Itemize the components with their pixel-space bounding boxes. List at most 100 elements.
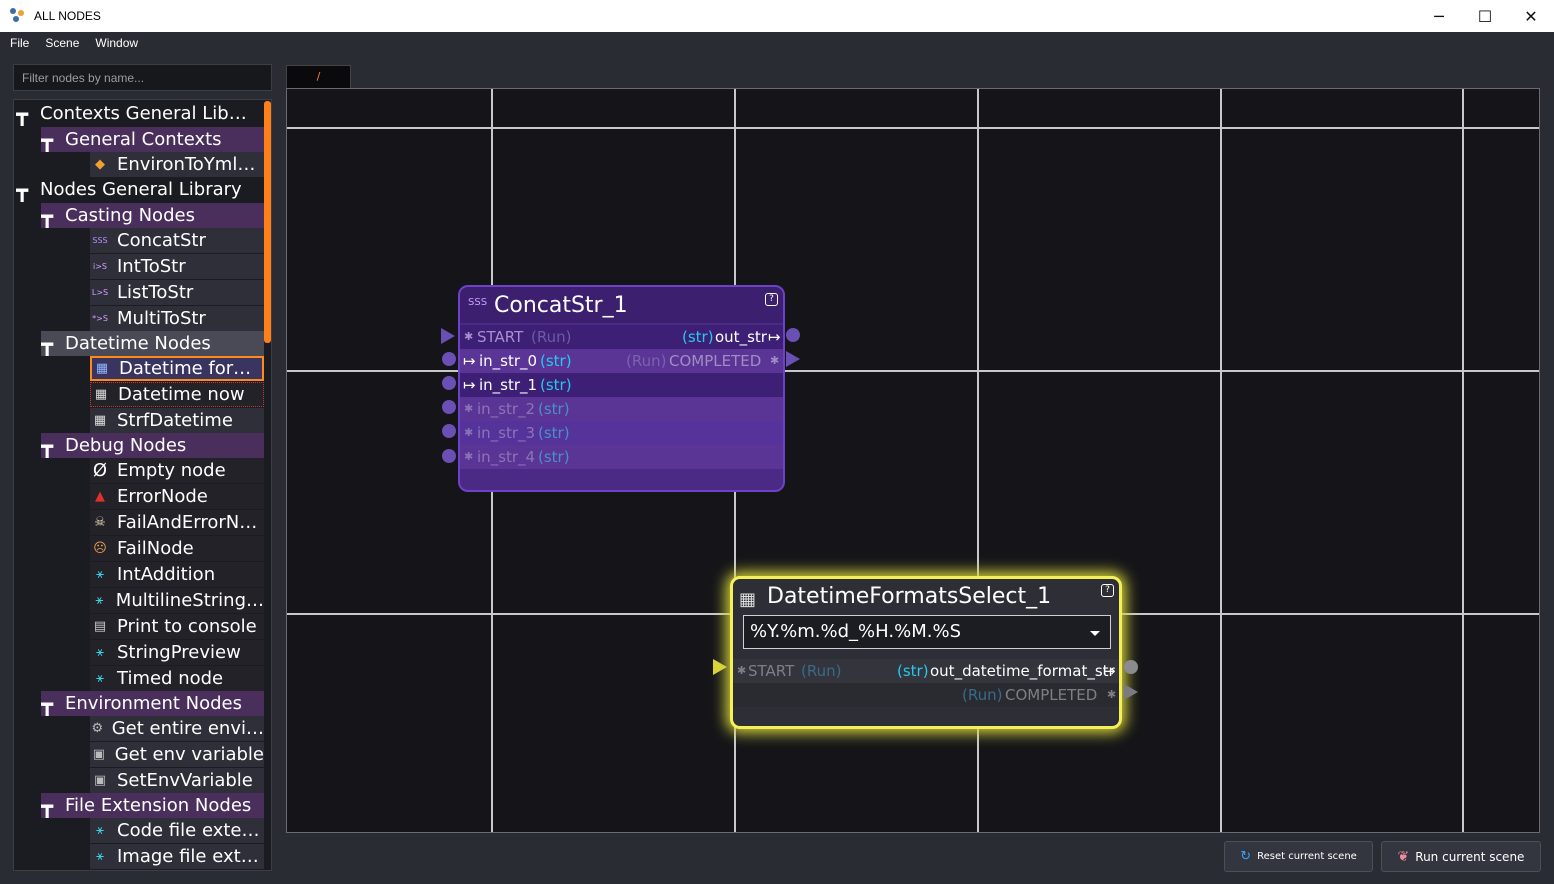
datetime-format-select[interactable]: %Y.%m.%d_%H.%M.%S [743,615,1111,649]
brain-icon: ❦ [1397,848,1410,865]
tree-item-listtostr[interactable]: L>S ListToStr [90,280,264,305]
tree-category-datetime[interactable]: ┳ Datetime Nodes [41,331,264,356]
concatstr-node[interactable]: SSS ConcatStr_1 ? ✱ START (Run) (str) ou… [458,285,785,492]
tree-item-get-env-variable[interactable]: ▣ Get env variable [90,742,264,767]
tree-item-stringpreview[interactable]: ⚹ StringPreview [90,640,264,665]
tree-category-file-extension[interactable]: ┳ File Extension Nodes [41,793,264,818]
completed-exec-pin[interactable] [1124,684,1138,700]
maximize-button[interactable]: ☐ [1462,0,1508,32]
out-datetime-format-pin[interactable] [1124,660,1138,674]
tree-category-general-contexts[interactable]: ┳ General Contexts [41,127,264,152]
input-pin-row: ✱ in_str_4 (str) [460,445,783,469]
tree-group-nodes-general[interactable]: ┳ Nodes General Library [16,177,264,202]
tree-label: ErrorNode [117,486,208,507]
collapse-icon: ┳ [16,177,29,202]
out-str-pin[interactable] [786,328,800,342]
reset-scene-button[interactable]: ↻ Reset current scene [1224,841,1373,872]
scene-tab[interactable]: / [286,65,351,89]
graph-icon: ⚹ [95,593,104,608]
minimize-button[interactable]: ─ [1416,0,1462,32]
start-exec-pin[interactable] [441,328,455,344]
completed-type: (Run) [626,352,667,370]
in-str-3-pin[interactable] [442,424,456,438]
gear-icon: ⚙ [91,721,104,736]
start-exec-pin[interactable] [713,659,727,675]
out-label: out_datetime_format_str [930,662,1115,680]
tree-item-datetime-formats[interactable]: ▦ Datetime for… [90,356,264,381]
tree-category-debug[interactable]: ┳ Debug Nodes [41,433,264,458]
tree-item-failnode[interactable]: ☹ FailNode [90,536,264,561]
collapse-icon: ┳ [41,433,54,458]
tree-item-image-file-ext[interactable]: ⚹ Image file ext… [90,844,264,869]
tree-item-strfdatetime[interactable]: ▦ StrfDatetime [90,408,264,433]
node-canvas[interactable]: SSS ConcatStr_1 ? ✱ START (Run) (str) ou… [286,88,1540,833]
input-pin-row: ✱ in_str_3 (str) [460,421,783,445]
tree-item-environtoyml[interactable]: ◆ EnvironToYml… [90,152,264,177]
input-pin-row: ↦ in_str_0 (str) (Run) COMPLETED ✱ [460,349,783,373]
tree-item-code-file-ext[interactable]: ⚹ Code file exte… [90,818,264,843]
tree-item-intaddition[interactable]: ⚹ IntAddition [90,562,264,587]
start-label: START [477,328,524,346]
tree-item-print-to-console[interactable]: ▤ Print to console [90,614,264,639]
datetime-formats-select-node[interactable]: ▦ DatetimeFormatsSelect_1 ? %Y.%m.%d_%H.… [730,576,1122,729]
sss-icon: SSS [92,236,108,245]
calendar-icon: ▦ [94,387,108,402]
help-icon[interactable]: ? [765,293,778,306]
out-type: (str) [682,328,714,346]
tree-item-inttostr[interactable]: i>S IntToStr [90,254,264,279]
tree-item-get-entire-env[interactable]: ⚙ Get entire envi… [90,716,264,741]
in-str-2-pin[interactable] [442,400,456,414]
tree-label: Datetime Nodes [65,333,211,354]
grid-line [1220,89,1222,832]
tree-item-failanderror[interactable]: ☠ FailAndErrorN… [90,510,264,535]
menu-file[interactable]: File [10,36,29,50]
graph-icon: ⚹ [96,645,104,660]
tree-label: Contexts General Lib… [40,103,247,124]
tree-item-setenvvariable[interactable]: ▣ SetEnvVariable [90,768,264,793]
in-str-1-pin[interactable] [442,376,456,390]
input-label: in_str_2 [477,400,536,418]
tree-item-errornode[interactable]: ▲ ErrorNode [90,484,264,509]
grid-line [287,127,1539,129]
menu-scene[interactable]: Scene [45,36,79,50]
node-title: DatetimeFormatsSelect_1 [767,584,1052,609]
tree-label: Empty node [117,460,226,481]
tree-item-timed-node[interactable]: ⚹ Timed node [90,666,264,691]
tree-label: Datetime for… [119,358,252,379]
tree-category-casting[interactable]: ┳ Casting Nodes [41,203,264,228]
tree-item-multilinestring[interactable]: ⚹ MultilineString… [90,588,264,613]
out-type: (str) [897,662,929,680]
tree-category-environment[interactable]: ┳ Environment Nodes [41,691,264,716]
in-str-0-pin[interactable] [442,352,456,366]
tree-label: EnvironToYml… [117,154,256,175]
filter-input[interactable]: Filter nodes by name... [13,64,272,91]
input-label: in_str_0 [479,352,538,370]
tree-item-datetime-now[interactable]: ▦ Datetime now [90,382,264,407]
close-button[interactable]: ✕ [1508,0,1554,32]
collapse-icon: ┳ [41,127,54,152]
collapse-icon: ┳ [41,331,54,356]
input-type: (str) [540,352,572,370]
input-type: (str) [538,400,570,418]
tree-scrollbar[interactable] [264,101,271,343]
tree-label: IntAddition [117,564,216,585]
menu-window[interactable]: Window [95,36,138,50]
in-str-4-pin[interactable] [442,449,456,463]
tree-label: SetEnvVariable [117,770,253,791]
tree-label: Datetime now [118,384,245,405]
input-type: (str) [538,448,570,466]
completed-exec-pin[interactable] [786,351,800,367]
tree-item-concatstr[interactable]: SSS ConcatStr [90,228,264,253]
run-scene-button[interactable]: ❦ Run current scene [1381,841,1541,872]
start-label: START [748,662,795,680]
printer-icon: ▤ [93,619,107,634]
tree-label: Debug Nodes [65,435,187,456]
graph-icon: ⚹ [96,567,104,582]
tree-item-empty-node[interactable]: Ø Empty node [90,458,264,483]
tree-group-contexts[interactable]: ┳ Contexts General Lib… [16,101,264,126]
help-icon[interactable]: ? [1101,584,1114,597]
node-library-tree: ┳ Contexts General Lib… ┳ General Contexts… [13,99,272,871]
reset-label: Reset current scene [1257,851,1357,862]
tree-item-multitostr[interactable]: *>S MultiToStr [90,306,264,331]
tree-label: IntToStr [117,256,186,277]
